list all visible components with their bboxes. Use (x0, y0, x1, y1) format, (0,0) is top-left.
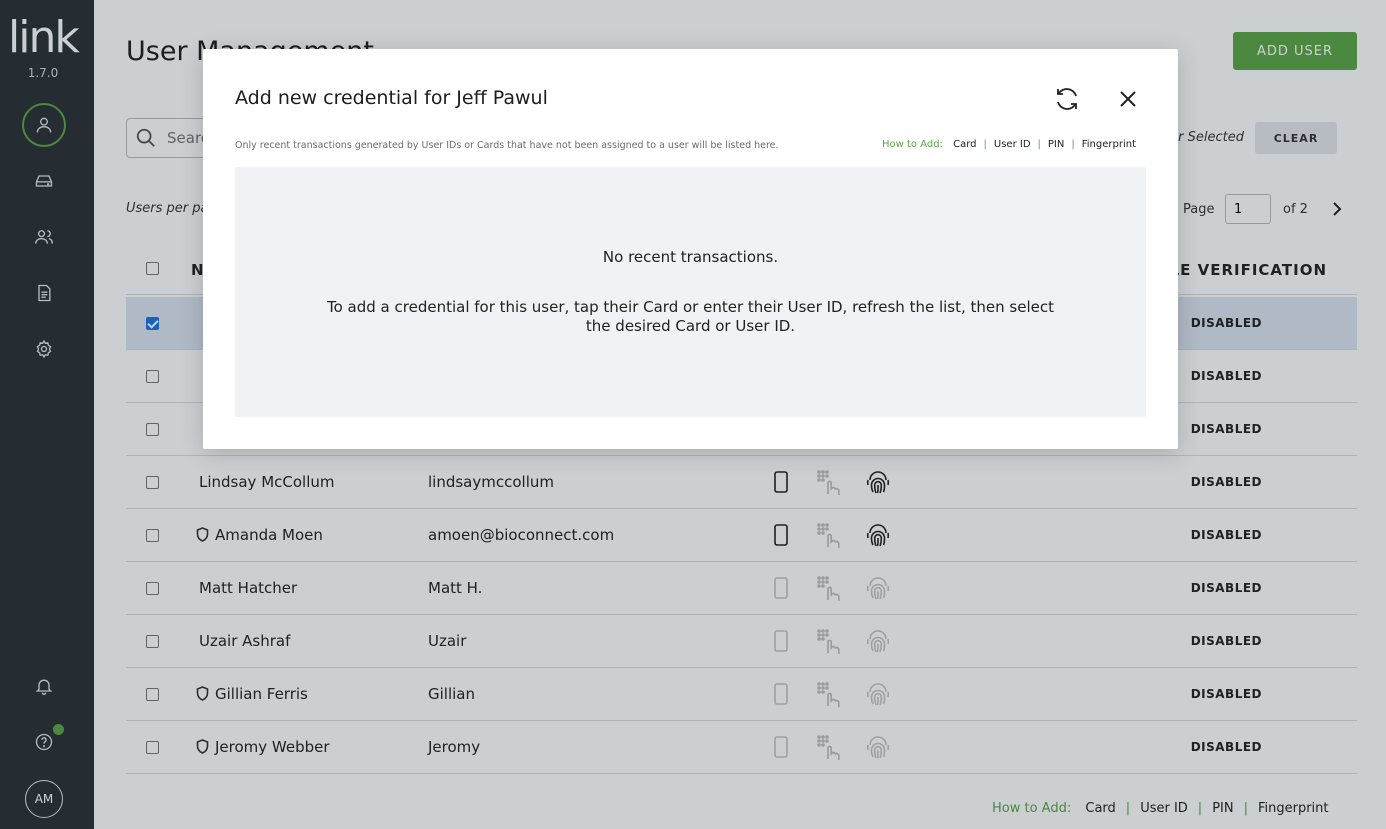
modal-link-card[interactable]: Card (953, 139, 976, 150)
modal-note: Only recent transactions generated by Us… (235, 140, 779, 151)
modal-link-fingerprint[interactable]: Fingerprint (1082, 139, 1136, 150)
refresh-button[interactable] (1053, 85, 1081, 113)
empty-state-title: No recent transactions. (602, 248, 779, 266)
modal-link-pin[interactable]: PIN (1048, 139, 1064, 150)
close-icon (1120, 91, 1136, 107)
modal-how-to-add: How to Add: Card | User ID | PIN | Fingerprint (881, 139, 1136, 150)
modal-link-user-id[interactable]: User ID (994, 139, 1031, 150)
empty-state-description: To add a credential for this user, tap t… (327, 298, 1054, 335)
modal-title: Add new credential for Jeff Pawul (235, 87, 548, 109)
add-credential-modal: Add new credential for Jeff Pawul Only r… (203, 49, 1178, 449)
modal-how-to-add-label: How to Add: (881, 139, 943, 150)
transactions-panel: No recent transactions. To add a credent… (235, 167, 1146, 417)
close-modal-button[interactable] (1118, 89, 1138, 109)
refresh-icon (1057, 88, 1077, 110)
